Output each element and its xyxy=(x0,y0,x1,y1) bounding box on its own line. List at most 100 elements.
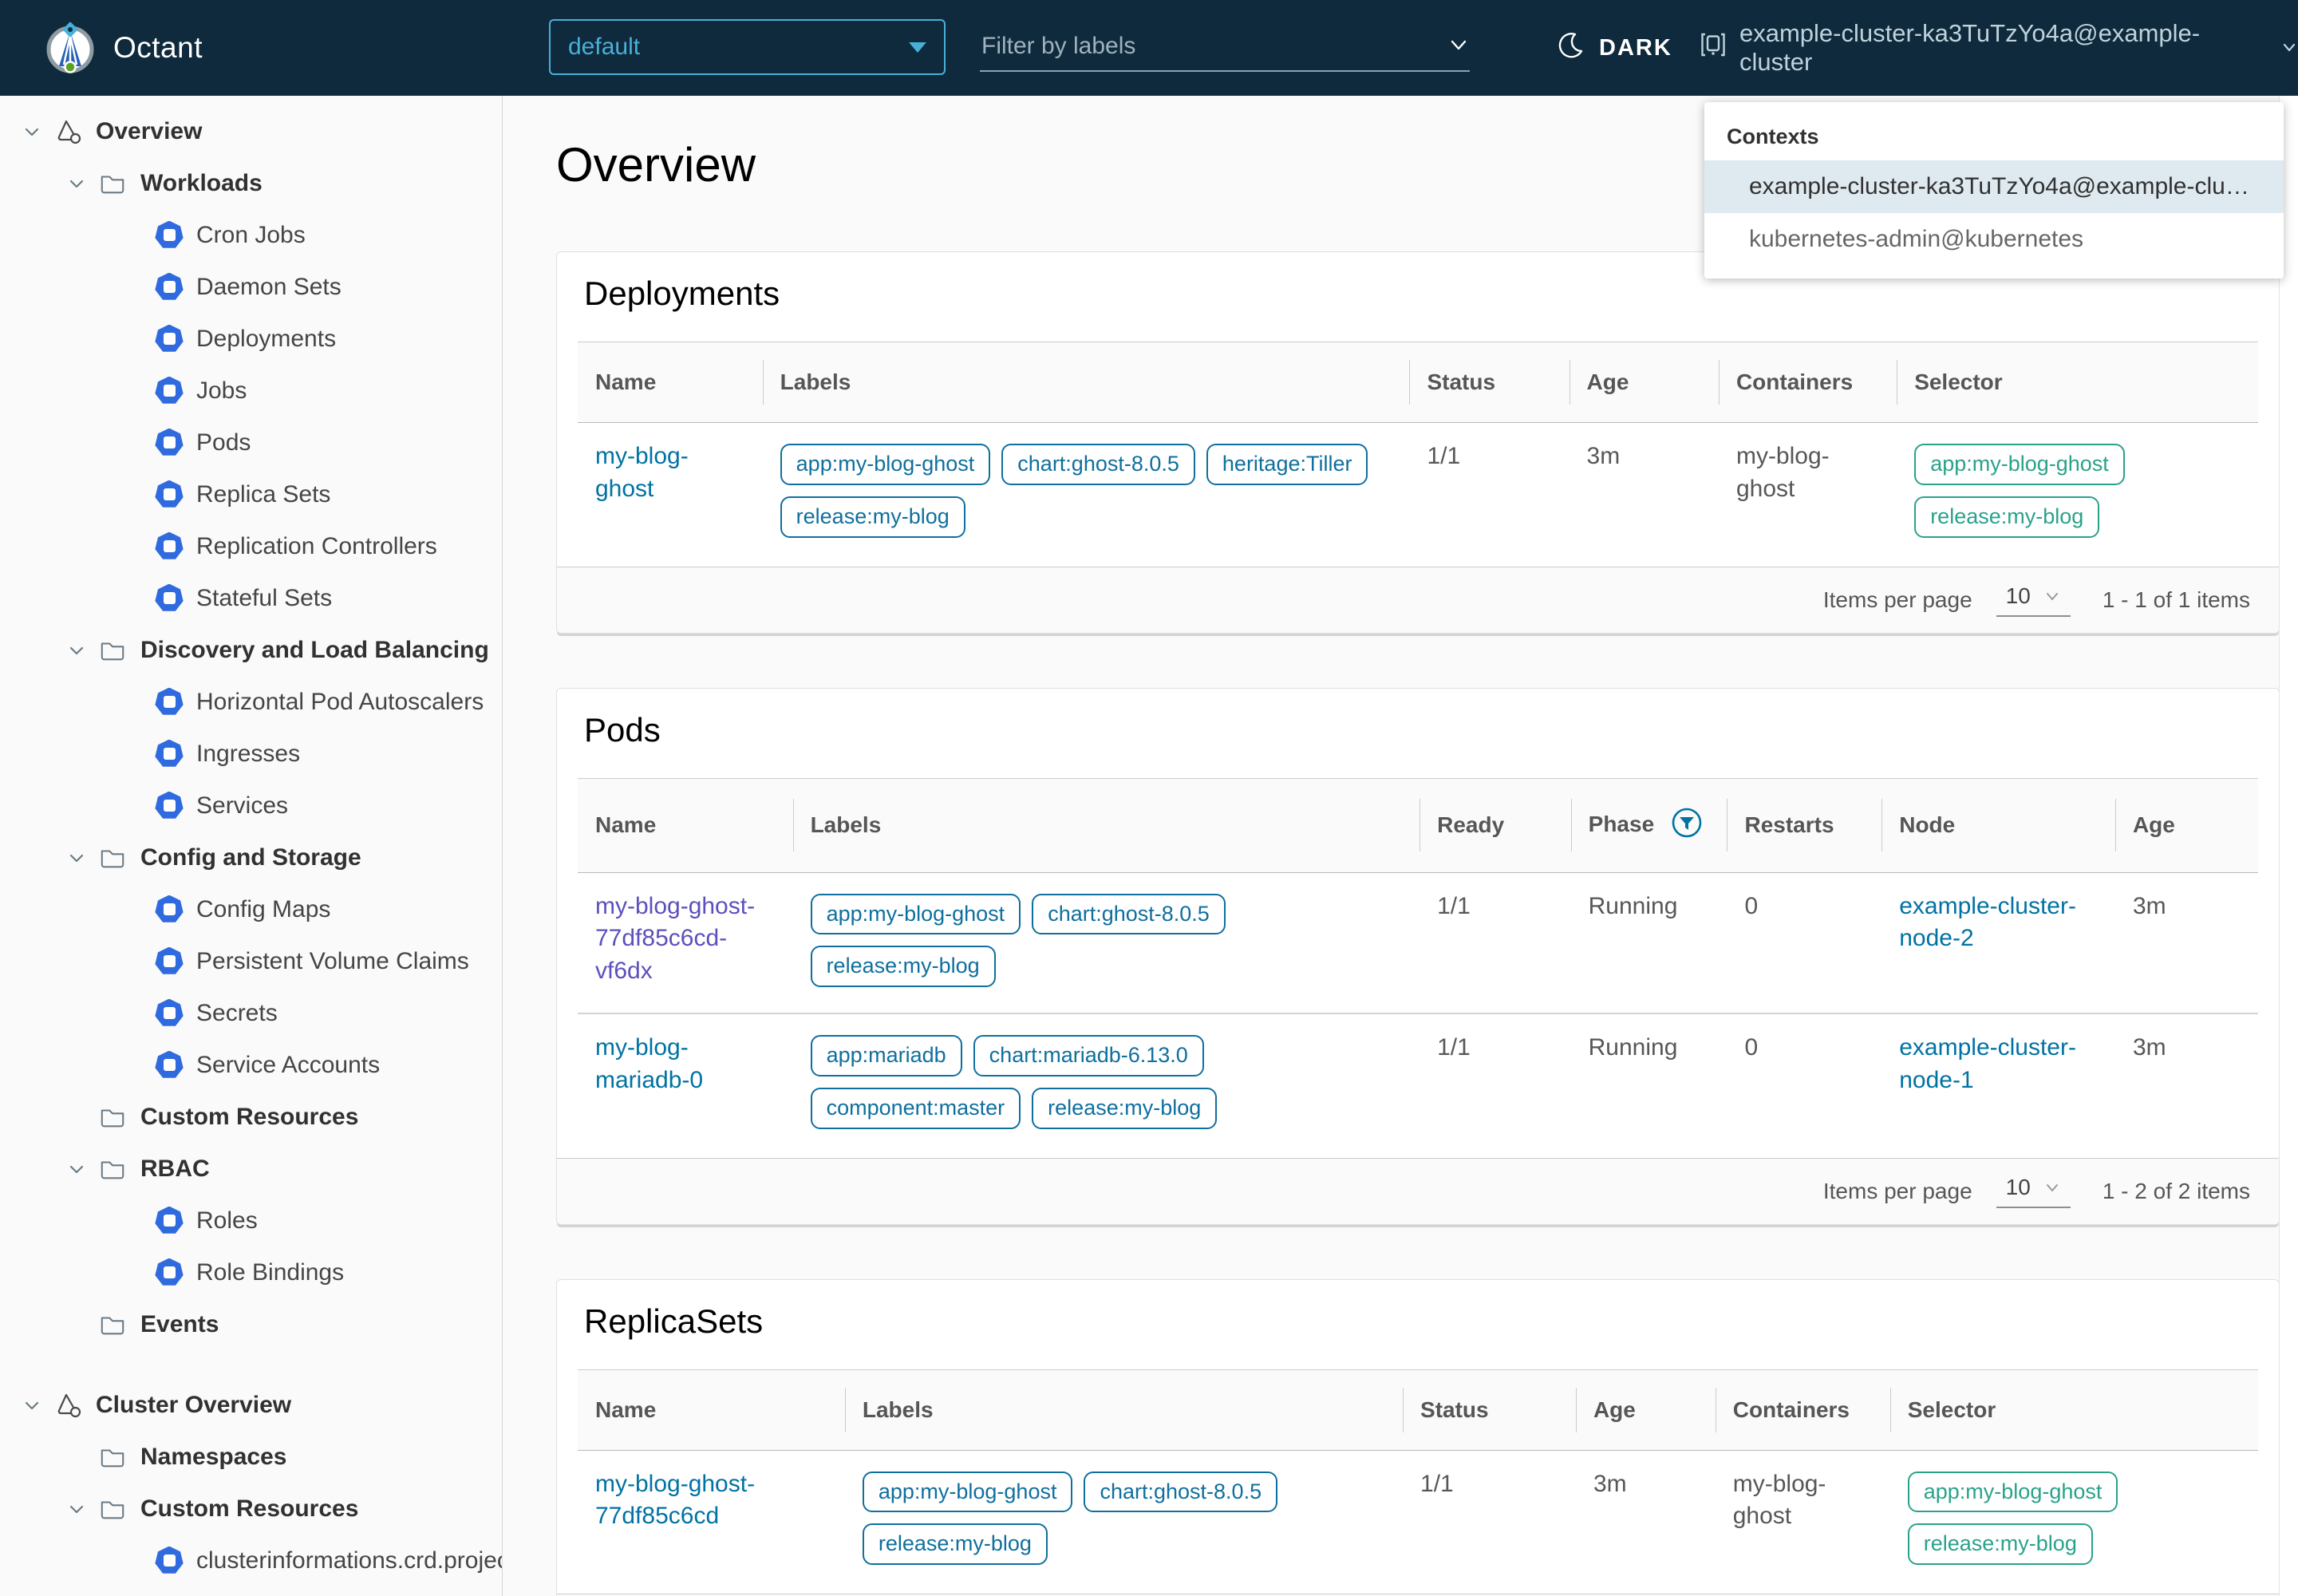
sidebar-item-persistent-volume-claims[interactable]: Persistent Volume Claims xyxy=(0,935,502,987)
sidebar-item-clusterinformations-crd[interactable]: clusterinformations.crd.projec xyxy=(0,1535,502,1586)
pod-name-link[interactable]: my-blog-ghost-77df85c6cd-vf6dx xyxy=(595,891,767,988)
sidebar-item-workloads[interactable]: Workloads xyxy=(0,157,502,209)
label-tag[interactable]: release:my-blog xyxy=(863,1523,1048,1565)
ready-cell: 1/1 xyxy=(1419,1013,1571,1155)
pod-icon xyxy=(155,429,196,457)
vertical-scrollbar[interactable] xyxy=(2279,96,2298,1596)
table-row: my-blog-mariadb-0 app:mariadb chart:maria… xyxy=(578,1013,2258,1155)
contexts-dropdown-title: Contexts xyxy=(1704,112,2284,160)
sidebar-item-cluster-overview[interactable]: Cluster Overview xyxy=(0,1379,502,1431)
label-tag[interactable]: release:my-blog xyxy=(1032,1088,1217,1129)
label-filter-input[interactable] xyxy=(980,32,1414,61)
chevron-down-icon[interactable] xyxy=(67,1159,99,1179)
sidebar-item-service-accounts[interactable]: Service Accounts xyxy=(0,1039,502,1091)
sidebar-item-pods[interactable]: Pods xyxy=(0,417,502,468)
sidebar-item-label: Service Accounts xyxy=(196,1052,380,1079)
sidebar-item-label: clusterinformations.crd.projec xyxy=(196,1547,503,1574)
sidebar-item-custom-resources[interactable]: Custom Resources xyxy=(0,1091,502,1143)
sidebar-item-events[interactable]: Events xyxy=(0,1298,502,1350)
namespace-select[interactable]: default xyxy=(549,19,946,75)
label-tag[interactable]: app:my-blog-ghost xyxy=(863,1472,1073,1513)
chevron-down-icon[interactable] xyxy=(22,1396,54,1415)
sidebar-item-csidrivers-crd[interactable]: csidrivers.csi.storage.k8s.io xyxy=(0,1586,502,1596)
deployments-table: Name Labels Status Age Containers Select… xyxy=(578,342,2258,563)
sidebar-item-discovery-and-load-balancing[interactable]: Discovery and Load Balancing xyxy=(0,624,502,676)
folder-icon xyxy=(99,637,140,664)
sidebar-item-label: Roles xyxy=(196,1207,258,1235)
sidebar-item-deployments[interactable]: Deployments xyxy=(0,313,502,365)
folder-icon xyxy=(99,1311,140,1338)
chevron-down-icon[interactable] xyxy=(67,1499,99,1519)
replicaset-name-link[interactable]: my-blog-ghost-77df85c6cd xyxy=(595,1468,827,1533)
label-tag[interactable]: release:my-blog xyxy=(780,496,965,538)
label-tag[interactable]: chart:ghost-8.0.5 xyxy=(1032,894,1226,935)
sidebar-item-config-maps[interactable]: Config Maps xyxy=(0,883,502,935)
filter-funnel-icon[interactable] xyxy=(1670,806,1704,845)
overview-objects-icon xyxy=(54,1391,96,1420)
moon-icon xyxy=(1554,30,1586,66)
sidebar-item-replica-sets[interactable]: Replica Sets xyxy=(0,468,502,520)
node-link[interactable]: example-cluster-node-1 xyxy=(1899,1032,2098,1096)
serviceaccount-icon xyxy=(155,1051,196,1080)
label-tag[interactable]: chart:mariadb-6.13.0 xyxy=(973,1035,1204,1077)
label-tag[interactable]: chart:ghost-8.0.5 xyxy=(1001,444,1195,485)
context-selector[interactable]: example-cluster-ka3TuTzYo4a@example-clus… xyxy=(1698,0,2298,96)
table-header-row: Name Labels Status Age Containers Select… xyxy=(578,1369,2258,1450)
sidebar-item-label: Cluster Overview xyxy=(96,1392,291,1419)
label-tag[interactable]: app:my-blog-ghost xyxy=(811,894,1021,935)
node-link[interactable]: example-cluster-node-2 xyxy=(1899,891,2098,955)
service-icon xyxy=(155,792,196,820)
sidebar-item-cron-jobs[interactable]: Cron Jobs xyxy=(0,209,502,261)
label-filter[interactable] xyxy=(980,22,1470,72)
label-tag[interactable]: chart:ghost-8.0.5 xyxy=(1084,1472,1277,1513)
sidebar-item-jobs[interactable]: Jobs xyxy=(0,365,502,417)
sidebar-item-daemon-sets[interactable]: Daemon Sets xyxy=(0,261,502,313)
label-tag[interactable]: app:mariadb xyxy=(811,1035,962,1077)
chevron-down-icon[interactable] xyxy=(22,122,54,141)
chevron-down-icon xyxy=(2043,1179,2061,1196)
table-row: my-blog-ghost app:my-blog-ghostchart:gho… xyxy=(578,423,2258,563)
selector-tag[interactable]: app:my-blog-ghost xyxy=(1914,444,2125,485)
pods-card-title: Pods xyxy=(584,711,2279,749)
page-size-select[interactable]: 10 xyxy=(1996,583,2071,617)
sidebar-item-label: Config Maps xyxy=(196,896,330,923)
chevron-down-icon[interactable] xyxy=(67,848,99,867)
sidebar-item-config-and-storage[interactable]: Config and Storage xyxy=(0,832,502,883)
sidebar-item-secrets[interactable]: Secrets xyxy=(0,987,502,1039)
label-tag[interactable]: release:my-blog xyxy=(811,946,996,987)
secret-icon xyxy=(155,999,196,1028)
label-tag[interactable]: app:my-blog-ghost xyxy=(780,444,991,485)
sidebar-item-ingresses[interactable]: Ingresses xyxy=(0,728,502,780)
label-tag[interactable]: component:master xyxy=(811,1088,1021,1129)
sidebar-item-overview[interactable]: Overview xyxy=(0,105,502,157)
folder-icon xyxy=(99,1104,140,1131)
replicaset-icon xyxy=(155,480,196,509)
sidebar-item-role-bindings[interactable]: Role Bindings xyxy=(0,1246,502,1298)
sidebar-item-replication-controllers[interactable]: Replication Controllers xyxy=(0,520,502,572)
pod-name-link[interactable]: my-blog-mariadb-0 xyxy=(595,1032,767,1096)
restarts-cell: 0 xyxy=(1727,1013,1881,1155)
page-size-select[interactable]: 10 xyxy=(1996,1175,2071,1208)
status-cell: 1/1 xyxy=(1409,423,1569,563)
sidebar-item-stateful-sets[interactable]: Stateful Sets xyxy=(0,572,502,624)
chevron-down-icon[interactable] xyxy=(67,174,99,193)
column-header-age: Age xyxy=(1576,1369,1716,1450)
chevron-down-icon[interactable] xyxy=(1447,34,1470,60)
selector-tag[interactable]: release:my-blog xyxy=(1914,496,2099,538)
context-option[interactable]: kubernetes-admin@kubernetes xyxy=(1704,213,2284,266)
context-option-selected[interactable]: example-cluster-ka3TuTzYo4a@example-clu… xyxy=(1704,160,2284,213)
sidebar-item-services[interactable]: Services xyxy=(0,780,502,832)
selector-tag[interactable]: app:my-blog-ghost xyxy=(1908,1472,2118,1513)
theme-toggle-button[interactable]: DARK xyxy=(1554,0,1672,96)
age-cell: 3m xyxy=(2115,872,2258,1013)
sidebar-item-cluster-custom-resources[interactable]: Custom Resources xyxy=(0,1483,502,1535)
sidebar-item-horizontal-pod-autoscalers[interactable]: Horizontal Pod Autoscalers xyxy=(0,676,502,728)
sidebar-item-label: Daemon Sets xyxy=(196,274,342,301)
label-tag[interactable]: heritage:Tiller xyxy=(1206,444,1368,485)
sidebar-item-rbac[interactable]: RBAC xyxy=(0,1143,502,1195)
sidebar-item-roles[interactable]: Roles xyxy=(0,1195,502,1246)
selector-tag[interactable]: release:my-blog xyxy=(1908,1523,2093,1565)
sidebar-item-namespaces[interactable]: Namespaces xyxy=(0,1431,502,1483)
deployment-name-link[interactable]: my-blog-ghost xyxy=(595,440,735,505)
chevron-down-icon[interactable] xyxy=(67,641,99,660)
